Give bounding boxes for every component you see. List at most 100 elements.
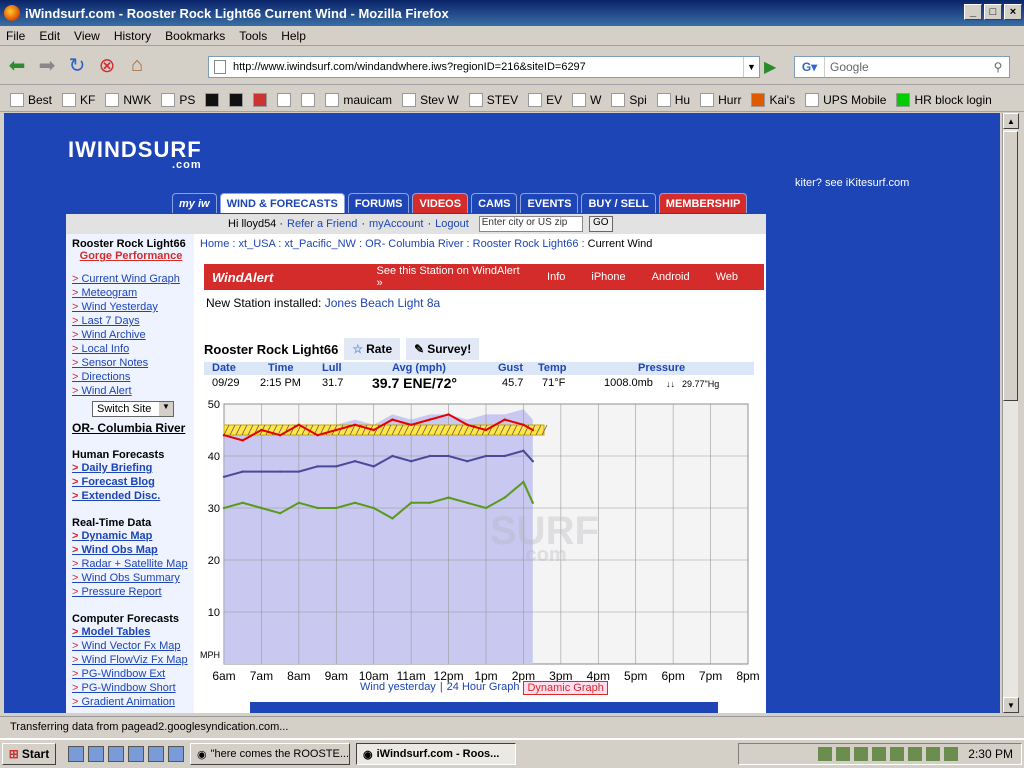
gorge-performance-link[interactable]: Gorge Performance bbox=[72, 250, 190, 262]
survey-button[interactable]: ✎ Survey! bbox=[406, 338, 480, 360]
bookmark-item[interactable] bbox=[277, 92, 292, 107]
tab-videos[interactable]: VIDEOS bbox=[412, 193, 469, 213]
volume-icon[interactable] bbox=[854, 747, 869, 761]
bookmark-item[interactable]: Hu bbox=[656, 92, 690, 107]
sidebar-link[interactable]: Wind Obs Summary bbox=[72, 572, 194, 585]
windalert-web-link[interactable]: Web bbox=[716, 271, 738, 283]
sidebar-link[interactable]: Last 7 Days bbox=[72, 315, 194, 328]
sidebar-link[interactable]: Dynamic Map bbox=[72, 530, 194, 543]
vertical-scrollbar[interactable]: ▲ ▼ bbox=[1002, 113, 1019, 713]
close-button[interactable]: × bbox=[1004, 4, 1022, 20]
bookmark-item[interactable]: PS bbox=[161, 92, 195, 107]
menu-view[interactable]: View bbox=[74, 29, 100, 43]
sidebar-link[interactable]: Pressure Report bbox=[72, 586, 194, 599]
logout-link[interactable]: Logout bbox=[435, 218, 469, 230]
app-icon[interactable] bbox=[148, 746, 164, 762]
minimize-button[interactable]: _ bbox=[964, 4, 982, 20]
menu-edit[interactable]: Edit bbox=[39, 29, 60, 43]
forward-arrow-icon[interactable]: ➡ bbox=[34, 53, 60, 79]
bookmark-item[interactable]: KF bbox=[62, 92, 95, 107]
bookmark-item[interactable]: Hurr bbox=[700, 92, 741, 107]
bookmark-item[interactable]: UPS Mobile bbox=[805, 92, 886, 107]
menu-tools[interactable]: Tools bbox=[239, 29, 267, 43]
bookmark-item[interactable] bbox=[205, 92, 220, 107]
refer-link[interactable]: Refer a Friend bbox=[287, 218, 357, 230]
ad-banner[interactable] bbox=[250, 702, 718, 713]
tab-buy-sell[interactable]: BUY / SELL bbox=[581, 193, 656, 213]
tray-icon[interactable] bbox=[872, 747, 887, 761]
menu-file[interactable]: File bbox=[6, 29, 25, 43]
rate-button[interactable]: ☆ Rate bbox=[344, 338, 401, 360]
bookmark-item[interactable]: Best bbox=[10, 92, 52, 107]
bookmark-item[interactable]: Kai's bbox=[751, 92, 795, 107]
scroll-up-icon[interactable]: ▲ bbox=[1003, 113, 1019, 129]
sidebar-link[interactable]: Current Wind Graph bbox=[72, 273, 194, 286]
sidebar-link[interactable]: Wind Vector Fx Map bbox=[72, 640, 194, 653]
dynamic-graph-link[interactable]: Dynamic Graph bbox=[523, 681, 608, 695]
sidebar-link[interactable]: Wind Yesterday bbox=[72, 301, 194, 314]
menu-help[interactable]: Help bbox=[281, 29, 306, 43]
menu-history[interactable]: History bbox=[114, 29, 151, 43]
bookmark-item[interactable] bbox=[253, 92, 268, 107]
taskbar-item-active[interactable]: ◉ iWindsurf.com - Roos... bbox=[356, 743, 516, 765]
bookmark-item[interactable]: Spi bbox=[611, 92, 647, 107]
iwindsurf-logo[interactable]: IWINDSURF .com bbox=[68, 137, 202, 171]
new-station-link[interactable]: Jones Beach Light 8a bbox=[325, 296, 440, 310]
tray-icon[interactable] bbox=[818, 747, 833, 761]
bookmark-item[interactable] bbox=[229, 92, 244, 107]
bookmark-item[interactable]: HR block login bbox=[896, 92, 992, 107]
tab-membership[interactable]: MEMBERSHIP bbox=[658, 193, 748, 213]
sidebar-link[interactable]: Forecast Blog bbox=[72, 476, 194, 489]
stop-icon[interactable]: ⊗ bbox=[94, 53, 120, 79]
sidebar-link[interactable]: Wind Archive bbox=[72, 329, 194, 342]
tab-events[interactable]: EVENTS bbox=[520, 193, 579, 213]
maximize-button[interactable]: □ bbox=[984, 4, 1002, 20]
tray-icon[interactable] bbox=[908, 747, 923, 761]
go-button[interactable]: GO bbox=[588, 216, 613, 232]
search-box[interactable]: G▾ Google ⚲ bbox=[794, 56, 1010, 78]
tray-icon[interactable] bbox=[890, 747, 905, 761]
bookmark-item[interactable]: NWK bbox=[105, 92, 151, 107]
media-icon[interactable] bbox=[128, 746, 144, 762]
sidebar-link[interactable]: Extended Disc. bbox=[72, 490, 194, 503]
reload-icon[interactable]: ↻ bbox=[64, 53, 90, 79]
sidebar-link[interactable]: Wind Alert bbox=[72, 385, 194, 398]
back-arrow-icon[interactable]: ⬅ bbox=[4, 53, 30, 79]
sidebar-link[interactable]: PG-Windbow Ext bbox=[72, 668, 194, 681]
bookmark-item[interactable]: Stev W bbox=[402, 92, 459, 107]
sidebar-link[interactable]: Daily Briefing bbox=[72, 462, 194, 475]
firefox-icon[interactable] bbox=[68, 746, 84, 762]
start-button[interactable]: ⊞ Start bbox=[2, 743, 56, 765]
sidebar-link[interactable]: Radar + Satellite Map bbox=[72, 558, 194, 571]
scroll-down-icon[interactable]: ▼ bbox=[1003, 697, 1019, 713]
windalert-logo[interactable]: WindAlert bbox=[204, 270, 351, 285]
google-icon[interactable]: G▾ bbox=[795, 57, 825, 77]
sidebar-link[interactable]: Wind Obs Map bbox=[72, 544, 194, 557]
menu-bookmarks[interactable]: Bookmarks bbox=[165, 29, 225, 43]
bookmark-item[interactable]: STEV bbox=[468, 92, 518, 107]
windalert-info-link[interactable]: Info bbox=[547, 271, 565, 283]
tab-wind-forecasts[interactable]: WIND & FORECASTS bbox=[219, 193, 345, 213]
ie-icon[interactable] bbox=[108, 746, 124, 762]
search-input[interactable]: Google bbox=[825, 60, 987, 74]
url-bar[interactable]: http://www.iwindsurf.com/windandwhere.iw… bbox=[208, 56, 760, 78]
bookmark-item[interactable]: mauicam bbox=[325, 92, 392, 107]
scroll-thumb[interactable] bbox=[1003, 131, 1018, 401]
taskbar-item[interactable]: ◉ "here comes the ROOSTE... bbox=[190, 743, 350, 765]
windalert-see-link[interactable]: See this Station on WindAlert » bbox=[377, 265, 521, 289]
sidebar-link[interactable]: Directions bbox=[72, 371, 194, 384]
windalert-android-link[interactable]: Android bbox=[652, 271, 690, 283]
sidebar-link[interactable]: PG-Windbow Short bbox=[72, 682, 194, 695]
tab-forums[interactable]: FORUMS bbox=[347, 193, 410, 213]
sidebar-link[interactable]: Wind FlowViz Fx Map bbox=[72, 654, 194, 667]
sidebar-link[interactable]: Sensor Notes bbox=[72, 357, 194, 370]
go-arrow-icon[interactable]: ▶ bbox=[764, 57, 784, 77]
home-icon[interactable]: ⌂ bbox=[124, 53, 150, 79]
city-search-input[interactable]: Enter city or US zip bbox=[478, 216, 583, 232]
account-link[interactable]: myAccount bbox=[369, 218, 423, 230]
24-hour-graph-link[interactable]: 24 Hour Graph bbox=[447, 681, 520, 695]
app-icon[interactable] bbox=[168, 746, 184, 762]
bookmark-item[interactable]: W bbox=[572, 92, 601, 107]
sidebar-link[interactable]: Local Info bbox=[72, 343, 194, 356]
windalert-iphone-link[interactable]: iPhone bbox=[591, 271, 625, 283]
